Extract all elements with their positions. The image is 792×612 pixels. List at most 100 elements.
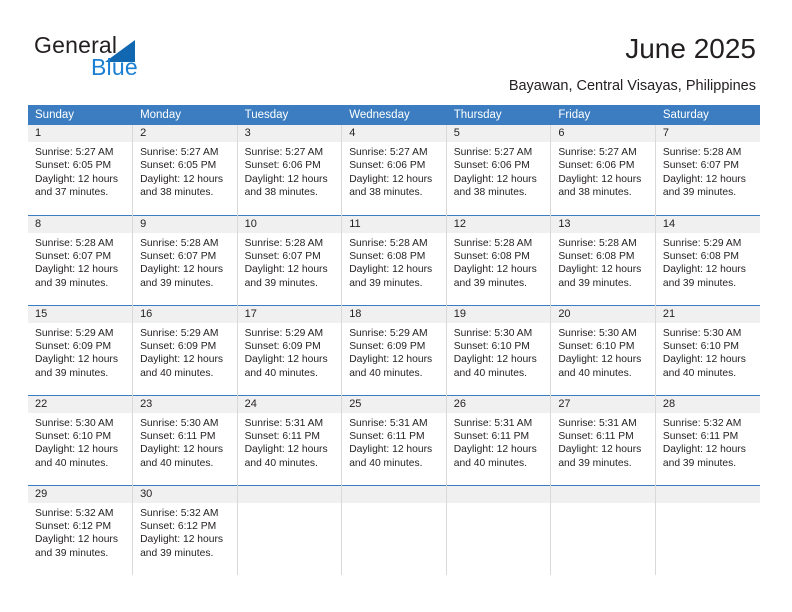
daylight-text-line2: and 39 minutes. bbox=[140, 277, 214, 289]
daylight-text-line1: Daylight: 12 hours bbox=[35, 534, 118, 546]
daylight-text-line2: and 39 minutes. bbox=[558, 277, 632, 289]
calendar-day-cell[interactable]: 25 Sunrise: 5:31 AM Sunset: 6:11 PM Dayligh… bbox=[341, 394, 447, 485]
calendar-day-cell[interactable]: 21 Sunrise: 5:30 AM Sunset: 6:10 PM Dayligh… bbox=[655, 304, 760, 395]
day-number: 30 bbox=[133, 486, 237, 503]
day-details: Sunrise: 5:32 AM Sunset: 6:11 PM Daylight:… bbox=[656, 413, 760, 471]
calendar-day-cell[interactable]: 6 Sunrise: 5:27 AM Sunset: 6:06 PM Daylight… bbox=[550, 125, 656, 215]
calendar-day-cell[interactable]: 16 Sunrise: 5:29 AM Sunset: 6:09 PM Dayligh… bbox=[132, 304, 238, 395]
calendar-day-cell[interactable]: 1 Sunrise: 5:27 AM Sunset: 6:05 PM Daylight… bbox=[28, 125, 134, 215]
general-blue-logo[interactable]: General Blue bbox=[34, 34, 234, 84]
sunset-text: Sunset: 6:10 PM bbox=[558, 340, 635, 352]
calendar-day-cell[interactable]: 2 Sunrise: 5:27 AM Sunset: 6:05 PM Daylight… bbox=[132, 125, 238, 215]
calendar-day-cell[interactable]: 8 Sunrise: 5:28 AM Sunset: 6:07 PM Daylight… bbox=[28, 214, 134, 305]
calendar-day-cell[interactable]: 9 Sunrise: 5:28 AM Sunset: 6:07 PM Daylight… bbox=[132, 214, 238, 305]
sunrise-text: Sunrise: 5:27 AM bbox=[453, 147, 533, 158]
calendar-day-cell[interactable]: 11 Sunrise: 5:28 AM Sunset: 6:08 PM Dayligh… bbox=[341, 214, 447, 305]
calendar-day-cell[interactable]: 14 Sunrise: 5:29 AM Sunset: 6:08 PM Dayligh… bbox=[655, 214, 760, 305]
calendar-day-cell[interactable]: 26 Sunrise: 5:31 AM Sunset: 6:11 PM Dayligh… bbox=[446, 394, 552, 485]
sunset-text: Sunset: 6:09 PM bbox=[35, 340, 112, 352]
day-number: 11 bbox=[342, 216, 446, 233]
day-details: Sunrise: 5:30 AM Sunset: 6:10 PM Daylight:… bbox=[28, 413, 132, 471]
sunset-text: Sunset: 6:09 PM bbox=[349, 340, 426, 352]
calendar-day-cell[interactable]: 24 Sunrise: 5:31 AM Sunset: 6:11 PM Dayligh… bbox=[237, 394, 343, 485]
day-details: Sunrise: 5:27 AM Sunset: 6:05 PM Daylight:… bbox=[28, 142, 132, 200]
calendar-day-cell[interactable]: 5 Sunrise: 5:27 AM Sunset: 6:06 PM Daylight… bbox=[446, 125, 552, 215]
sunrise-text: Sunrise: 5:31 AM bbox=[244, 417, 324, 429]
calendar-day-cell[interactable]: 19 Sunrise: 5:30 AM Sunset: 6:10 PM Dayligh… bbox=[446, 304, 552, 395]
daylight-text-line2: and 40 minutes. bbox=[349, 367, 423, 379]
daylight-text-line2: and 38 minutes. bbox=[558, 187, 632, 199]
day-number bbox=[237, 486, 341, 503]
calendar-day-cell[interactable]: 3 Sunrise: 5:27 AM Sunset: 6:06 PM Daylight… bbox=[237, 125, 343, 215]
day-number: 13 bbox=[551, 216, 655, 233]
day-number: 8 bbox=[28, 216, 132, 233]
day-number: 6 bbox=[551, 125, 655, 142]
day-number: 29 bbox=[28, 486, 132, 503]
daylight-text-line1: Daylight: 12 hours bbox=[662, 444, 746, 456]
weekday-header-saturday: Saturday bbox=[655, 105, 761, 125]
day-number: 26 bbox=[446, 396, 550, 413]
sunset-text: Sunset: 6:11 PM bbox=[244, 430, 320, 442]
day-number bbox=[342, 486, 446, 503]
daylight-text-line1: Daylight: 12 hours bbox=[558, 264, 642, 276]
sunrise-text: Sunrise: 5:29 AM bbox=[349, 327, 428, 339]
sunset-text: Sunset: 6:11 PM bbox=[453, 430, 530, 442]
calendar-day-cell[interactable]: 30 Sunrise: 5:32 AM Sunset: 6:12 PM Dayligh… bbox=[132, 484, 238, 575]
day-details: Sunrise: 5:31 AM Sunset: 6:11 PM Daylight:… bbox=[447, 413, 550, 471]
calendar-day-cell[interactable]: 18 Sunrise: 5:29 AM Sunset: 6:09 PM Dayligh… bbox=[341, 304, 447, 395]
calendar-day-cell[interactable]: 28 Sunrise: 5:32 AM Sunset: 6:11 PM Dayligh… bbox=[655, 394, 760, 485]
sunrise-text: Sunrise: 5:31 AM bbox=[558, 417, 637, 429]
daylight-text-line2: and 40 minutes. bbox=[662, 367, 737, 379]
sunrise-text: Sunrise: 5:28 AM bbox=[35, 237, 114, 249]
calendar-day-cell[interactable]: 20 Sunrise: 5:30 AM Sunset: 6:10 PM Dayligh… bbox=[550, 304, 656, 395]
calendar-day-cell[interactable]: 4 Sunrise: 5:27 AM Sunset: 6:06 PM Daylight… bbox=[341, 125, 447, 215]
sunset-text: Sunset: 6:07 PM bbox=[140, 250, 217, 262]
calendar-day-cell[interactable]: 12 Sunrise: 5:28 AM Sunset: 6:08 PM Dayligh… bbox=[446, 214, 552, 305]
calendar-day-cell-empty bbox=[341, 484, 447, 575]
day-details: Sunrise: 5:27 AM Sunset: 6:06 PM Daylight:… bbox=[447, 142, 550, 200]
sunrise-text: Sunrise: 5:28 AM bbox=[349, 237, 428, 249]
day-details: Sunrise: 5:28 AM Sunset: 6:07 PM Daylight:… bbox=[133, 233, 236, 291]
day-number bbox=[551, 486, 655, 503]
day-number: 7 bbox=[655, 125, 760, 142]
day-number: 23 bbox=[133, 396, 237, 413]
sunset-text: Sunset: 6:11 PM bbox=[349, 430, 425, 442]
sunrise-text: Sunrise: 5:29 AM bbox=[662, 237, 742, 249]
sunrise-text: Sunrise: 5:32 AM bbox=[35, 507, 114, 519]
daylight-text-line1: Daylight: 12 hours bbox=[244, 354, 328, 366]
calendar-day-cell[interactable]: 22 Sunrise: 5:30 AM Sunset: 6:10 PM Dayligh… bbox=[28, 394, 134, 485]
calendar-day-cell[interactable]: 27 Sunrise: 5:31 AM Sunset: 6:11 PM Dayligh… bbox=[550, 394, 656, 485]
sunset-text: Sunset: 6:07 PM bbox=[662, 160, 740, 172]
calendar-day-cell[interactable]: 29 Sunrise: 5:32 AM Sunset: 6:12 PM Dayligh… bbox=[28, 484, 134, 575]
sunrise-text: Sunrise: 5:29 AM bbox=[244, 327, 324, 339]
calendar-day-cell[interactable]: 7 Sunrise: 5:28 AM Sunset: 6:07 PM Daylight… bbox=[655, 125, 760, 215]
day-number: 1 bbox=[28, 125, 132, 142]
sunrise-text: Sunrise: 5:30 AM bbox=[453, 327, 533, 339]
day-details: Sunrise: 5:32 AM Sunset: 6:12 PM Daylight:… bbox=[133, 503, 236, 561]
calendar-day-cell[interactable]: 15 Sunrise: 5:29 AM Sunset: 6:09 PM Dayligh… bbox=[28, 304, 134, 395]
day-details: Sunrise: 5:30 AM Sunset: 6:10 PM Daylight:… bbox=[447, 323, 550, 381]
day-number: 16 bbox=[133, 306, 237, 323]
calendar-day-cell[interactable]: 10 Sunrise: 5:28 AM Sunset: 6:07 PM Dayligh… bbox=[237, 214, 343, 305]
calendar-day-cell[interactable]: 17 Sunrise: 5:29 AM Sunset: 6:09 PM Dayligh… bbox=[237, 304, 343, 395]
daylight-text-line2: and 39 minutes. bbox=[35, 277, 109, 289]
calendar-day-cell-empty bbox=[237, 484, 343, 575]
day-details: Sunrise: 5:27 AM Sunset: 6:06 PM Daylight:… bbox=[238, 142, 341, 200]
calendar-day-cell[interactable]: 13 Sunrise: 5:28 AM Sunset: 6:08 PM Dayligh… bbox=[550, 214, 656, 305]
weekday-header-tuesday: Tuesday bbox=[237, 105, 343, 125]
sunrise-text: Sunrise: 5:28 AM bbox=[662, 147, 742, 158]
daylight-text-line1: Daylight: 12 hours bbox=[244, 444, 328, 456]
daylight-text-line1: Daylight: 12 hours bbox=[35, 354, 118, 366]
calendar-day-cell-empty bbox=[550, 484, 656, 575]
daylight-text-line2: and 39 minutes. bbox=[140, 547, 214, 559]
daylight-text-line1: Daylight: 12 hours bbox=[349, 354, 433, 366]
sunset-text: Sunset: 6:06 PM bbox=[244, 160, 321, 172]
day-number: 15 bbox=[28, 306, 132, 323]
calendar-weekday-header-row: Sunday Monday Tuesday Wednesday Thursday… bbox=[28, 105, 761, 125]
day-details: Sunrise: 5:29 AM Sunset: 6:09 PM Daylight:… bbox=[28, 323, 132, 381]
sunset-text: Sunset: 6:10 PM bbox=[453, 340, 530, 352]
calendar-day-cell[interactable]: 23 Sunrise: 5:30 AM Sunset: 6:11 PM Dayligh… bbox=[132, 394, 238, 485]
daylight-text-line1: Daylight: 12 hours bbox=[453, 173, 537, 185]
day-number bbox=[446, 486, 550, 503]
daylight-text-line2: and 38 minutes. bbox=[349, 187, 423, 199]
